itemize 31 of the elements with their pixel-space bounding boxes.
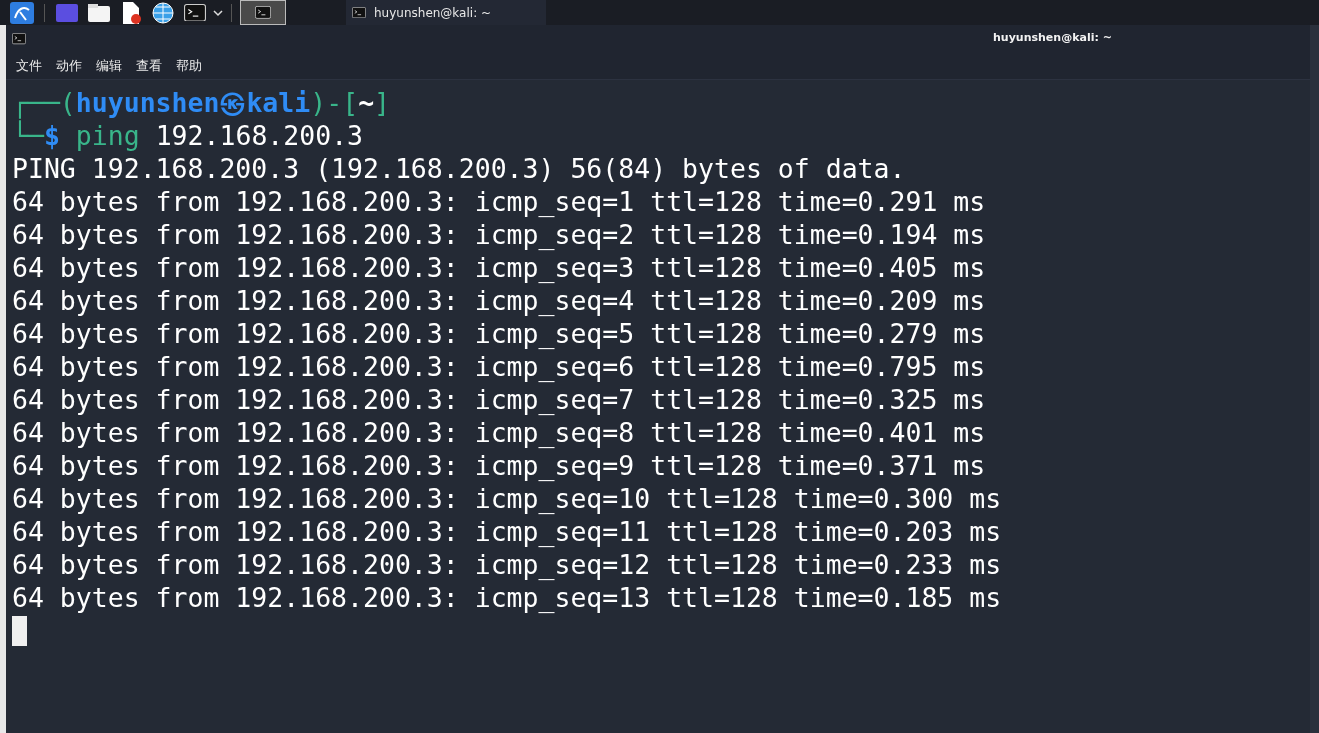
terminal-icon [12,33,26,45]
chevron-down-icon[interactable] [213,8,223,17]
task-button[interactable]: huyunshen@kali: ~ [346,0,546,25]
terminal-icon [255,6,271,19]
workspace-button[interactable] [240,0,286,25]
output-line: 64 bytes from 192.168.200.3: icmp_seq=4 ttl=128 time=0.209 ms [12,284,987,317]
output-line: 64 bytes from 192.168.200.3: icmp_seq=6 ttl=128 time=0.795 ms [12,350,987,383]
menu-item[interactable]: 动作 [56,57,82,75]
output-line: PING 192.168.200.3 (192.168.200.3) 56(84) bytes of data. [12,152,907,185]
prompt-line: ┌──(huyunshen㉿kali)-[~] [12,86,392,119]
window-title: huyunshen@kali: ~ [993,31,1112,44]
output-line: 64 bytes from 192.168.200.3: icmp_seq=13 ttl=128 time=0.185 ms [12,581,1003,614]
output-line: 64 bytes from 192.168.200.3: icmp_seq=11 ttl=128 time=0.203 ms [12,515,1003,548]
menu-item[interactable]: 帮助 [176,57,202,75]
output-line: 64 bytes from 192.168.200.3: icmp_seq=8 ttl=128 time=0.401 ms [12,416,987,449]
output-line: 64 bytes from 192.168.200.3: icmp_seq=12 ttl=128 time=0.233 ms [12,548,1003,581]
output-line: 64 bytes from 192.168.200.3: icmp_seq=10 ttl=128 time=0.300 ms [12,482,1003,515]
output-line: 64 bytes from 192.168.200.3: icmp_seq=5 ttl=128 time=0.279 ms [12,317,987,350]
menu-item[interactable]: 编辑 [96,57,122,75]
output-line: 64 bytes from 192.168.200.3: icmp_seq=2 ttl=128 time=0.194 ms [12,218,987,251]
cursor [12,616,27,646]
terminal-icon [184,3,206,22]
terminal-icon [352,6,366,19]
output-line: 64 bytes from 192.168.200.3: icmp_seq=9 ttl=128 time=0.371 ms [12,449,987,482]
output-line: 64 bytes from 192.168.200.3: icmp_seq=1 ttl=128 time=0.291 ms [12,185,987,218]
globe-icon[interactable] [149,0,177,25]
menu-item[interactable]: 查看 [136,57,162,75]
command-line: └─$ ping 192.168.200.3 [12,119,365,152]
output-line: 64 bytes from 192.168.200.3: icmp_seq=7 ttl=128 time=0.325 ms [12,383,987,416]
menu-item[interactable]: 文件 [16,57,42,75]
output-line: 64 bytes from 192.168.200.3: icmp_seq=3 ttl=128 time=0.405 ms [12,251,987,284]
